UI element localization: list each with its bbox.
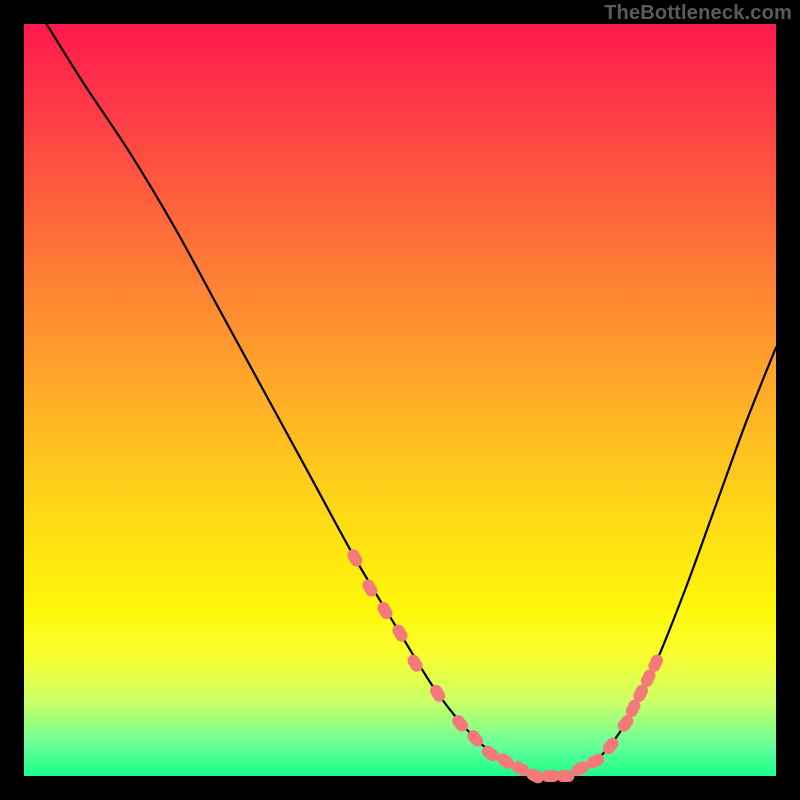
attribution-text: TheBottleneck.com: [604, 2, 792, 25]
curve-marker: [390, 622, 410, 644]
marker-group: [345, 547, 665, 785]
chart-frame: TheBottleneck.com: [0, 0, 800, 800]
curve-marker: [428, 682, 448, 704]
curve-marker: [345, 547, 364, 569]
plot-area: [24, 24, 776, 776]
chart-svg: [24, 24, 776, 776]
curve-marker: [556, 770, 574, 782]
